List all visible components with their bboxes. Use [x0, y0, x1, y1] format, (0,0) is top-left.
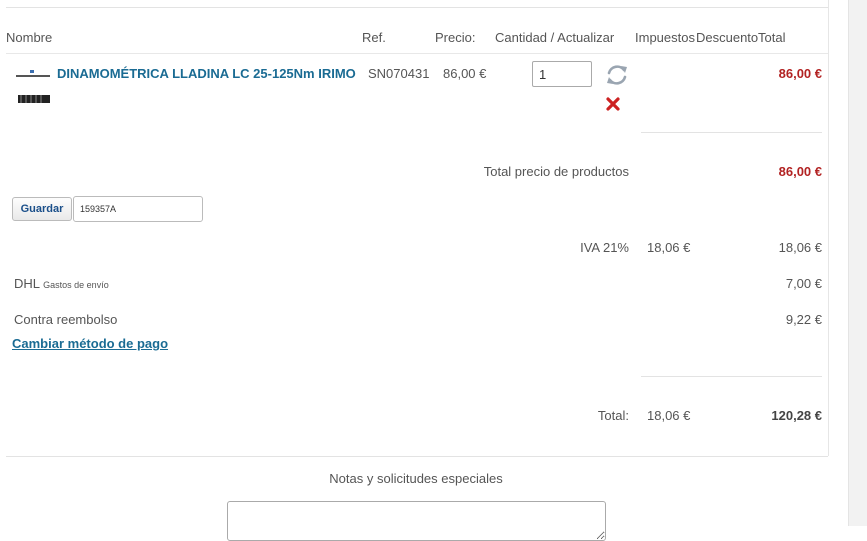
total-tax: 18,06 € — [647, 408, 691, 423]
refresh-icon[interactable] — [604, 62, 630, 88]
tax-label: IVA 21% — [580, 240, 629, 255]
shipping-carrier: DHL Gastos de envío — [14, 276, 109, 291]
delete-icon[interactable] — [605, 96, 621, 112]
top-divider — [6, 7, 828, 8]
product-name-link[interactable]: DINAMOMÉTRICA LLADINA LC 25-125Nm IRIMO — [57, 66, 356, 81]
header-discount: Descuento — [696, 30, 759, 45]
shipping-note: Gastos de envío — [43, 280, 109, 290]
shipping-carrier-name: DHL — [14, 276, 40, 291]
tax-total: 18,06 € — [778, 240, 822, 255]
coupon-input[interactable] — [73, 196, 203, 222]
subtotal-label: Total precio de productos — [483, 164, 629, 179]
payment-method: Contra reembolso — [14, 312, 118, 327]
product-thumbnail-icon[interactable] — [16, 66, 50, 104]
notes-divider — [6, 456, 828, 457]
quantity-input[interactable] — [532, 61, 592, 87]
content-border — [828, 0, 829, 456]
payment-value: 9,22 € — [785, 312, 822, 327]
header-ref: Ref. — [362, 30, 386, 45]
product-price: 86,00 € — [443, 66, 487, 81]
subtotal-divider — [641, 132, 822, 133]
grand-total-value: 120,28 € — [771, 408, 822, 423]
header-total: Total — [758, 30, 786, 45]
subtotal-value: 86,00 € — [778, 164, 822, 179]
header-quantity: Cantidad / Actualizar — [495, 30, 615, 45]
header-divider — [6, 53, 828, 54]
notes-title: Notas y solicitudes especiales — [329, 471, 503, 486]
header-price: Precio: — [435, 30, 476, 45]
total-label: Total: — [597, 408, 629, 423]
save-button[interactable]: Guardar — [12, 197, 72, 221]
tax-amount: 18,06 € — [647, 240, 691, 255]
notes-textarea[interactable] — [227, 501, 606, 541]
header-taxes: Impuestos — [635, 30, 695, 45]
header-name: Nombre — [6, 30, 53, 45]
change-payment-link[interactable]: Cambiar método de pago — [12, 336, 168, 351]
total-divider — [641, 376, 822, 377]
shipping-value: 7,00 € — [785, 276, 822, 291]
product-total: 86,00 € — [778, 66, 822, 81]
scrollbar[interactable] — [848, 0, 867, 526]
product-ref: SN070431 — [368, 66, 430, 81]
